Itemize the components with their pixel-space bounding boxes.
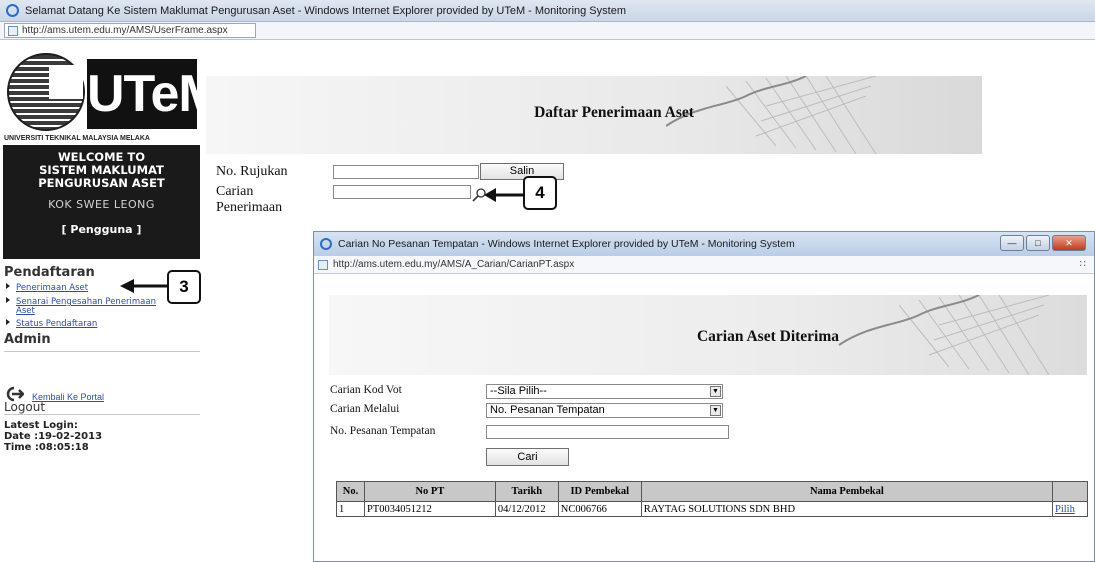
cari-button[interactable]: Cari xyxy=(486,448,569,466)
logo-text: UTeM xyxy=(87,59,222,129)
col-no: No. xyxy=(336,481,365,502)
chevron-down-icon: ▼ xyxy=(710,405,721,416)
login-date: Date :19-02-2013 xyxy=(4,431,103,442)
browser-title: Selamat Datang Ke Sistem Maklumat Pengur… xyxy=(25,4,626,17)
cell-tarikh: 04/12/2012 xyxy=(494,501,559,517)
page-icon xyxy=(318,259,328,270)
table-row: 1 PT0034051212 04/12/2012 NC006766 RAYTA… xyxy=(336,501,1089,517)
popup-title-bar: Carian No Pesanan Tempatan - Windows Int… xyxy=(314,232,1094,256)
popup-title: Carian No Pesanan Tempatan - Windows Int… xyxy=(338,238,795,250)
latest-login-label: Latest Login: xyxy=(4,420,78,431)
callout-arrow-4 xyxy=(484,188,524,202)
cell-no-pt: PT0034051212 xyxy=(363,501,496,517)
bullet-triangle-icon xyxy=(6,297,10,303)
rujukan-input[interactable] xyxy=(333,165,479,179)
carian-popup-window: Carian No Pesanan Tempatan - Windows Int… xyxy=(313,231,1095,562)
col-no-pt: No PT xyxy=(363,481,496,502)
col-nama-pembekal: Nama Pembekal xyxy=(640,481,1053,502)
logout-link[interactable]: Logout xyxy=(4,400,45,414)
melalui-label: Carian Melalui xyxy=(330,403,400,415)
login-time: Time :08:05:18 xyxy=(4,442,89,453)
rujukan-label: No. Rujukan xyxy=(216,164,288,179)
sidebar-item-aset[interactable]: Aset xyxy=(16,306,35,316)
callout-step-3: 3 xyxy=(167,270,201,304)
university-name: UNIVERSITI TEKNIKAL MALAYSIA MELAKA xyxy=(4,135,150,142)
address-bar[interactable]: http://ams.utem.edu.my/AMS/UserFrame.asp… xyxy=(4,23,256,38)
bullet-triangle-icon xyxy=(6,283,10,289)
maximize-button[interactable]: □ xyxy=(1026,235,1050,251)
welcome-box: WELCOME TO SISTEM MAKLUMAT PENGURUSAN AS… xyxy=(3,145,200,259)
lock-icon: ∷ xyxy=(1079,259,1086,270)
browser-address-row: http://ams.utem.edu.my/AMS/UserFrame.asp… xyxy=(0,22,1095,40)
pt-input[interactable] xyxy=(486,425,729,439)
pilih-link[interactable]: Pilih xyxy=(1051,501,1089,517)
popup-url: http://ams.utem.edu.my/AMS/A_Carian/Cari… xyxy=(333,259,575,270)
user-name: KOK SWEE LEONG xyxy=(48,198,155,211)
welcome-line-3: PENGURUSAN ASET xyxy=(38,176,165,190)
sidebar-item-penerimaan-aset[interactable]: Penerimaan Aset xyxy=(6,283,88,293)
chevron-down-icon: ▼ xyxy=(710,386,721,397)
col-action xyxy=(1051,481,1089,502)
cell-nama-pembekal: RAYTAG SOLUTIONS SDN BHD xyxy=(640,501,1053,517)
cell-id-pembekal: NC006766 xyxy=(557,501,642,517)
carian-penerimaan-input[interactable] xyxy=(333,185,471,199)
address-url: http://ams.utem.edu.my/AMS/UserFrame.asp… xyxy=(22,25,228,36)
callout-arrow-3 xyxy=(120,279,168,293)
popup-banner: Carian Aset Diterima xyxy=(329,295,1087,375)
callout-step-4: 4 xyxy=(523,176,557,210)
section-admin: Admin xyxy=(4,332,51,347)
cell-no: 1 xyxy=(336,501,365,517)
table-header-row: No. No PT Tarikh ID Pembekal Nama Pembek… xyxy=(336,481,1089,502)
carian-label-2: Penerimaan xyxy=(216,200,283,215)
col-tarikh: Tarikh xyxy=(494,481,559,502)
user-role: [ Pengguna ] xyxy=(61,223,142,236)
col-id-pembekal: ID Pembekal xyxy=(557,481,642,502)
sidebar-divider xyxy=(4,414,200,415)
browser-title-bar: Selamat Datang Ke Sistem Maklumat Pengur… xyxy=(0,0,1095,22)
carian-label-1: Carian xyxy=(216,184,254,199)
utem-globe-logo xyxy=(7,53,85,131)
page-icon xyxy=(8,25,18,36)
popup-address-bar[interactable]: http://ams.utem.edu.my/AMS/A_Carian/Cari… xyxy=(314,256,1094,274)
window-controls: — □ ✕ xyxy=(1000,235,1086,251)
utem-logo: UTeM UNIVERSITI TEKNIKAL MALAYSIA MELAKA xyxy=(0,49,222,151)
popup-page-title: Carian Aset Diterima xyxy=(696,328,840,345)
ie-icon xyxy=(320,238,332,250)
kod-vot-label: Carian Kod Vot xyxy=(330,384,402,396)
melalui-select[interactable]: No. Pesanan Tempatan ▼ xyxy=(486,403,723,418)
page-title: Daftar Penerimaan Aset xyxy=(534,104,694,121)
close-button[interactable]: ✕ xyxy=(1052,235,1086,251)
sidebar-item-status-pendaftaran[interactable]: Status Pendaftaran xyxy=(6,319,97,329)
page-banner: Daftar Penerimaan Aset xyxy=(206,76,982,154)
ie-icon xyxy=(6,4,19,17)
bullet-triangle-icon xyxy=(6,319,10,325)
section-pendaftaran: Pendaftaran xyxy=(4,265,95,280)
results-table: No. No PT Tarikh ID Pembekal Nama Pembek… xyxy=(336,481,1089,517)
sidebar-divider xyxy=(4,351,200,352)
minimize-button[interactable]: — xyxy=(1000,235,1024,251)
pt-label: No. Pesanan Tempatan xyxy=(330,425,436,437)
kod-vot-select[interactable]: --Sila Pilih-- ▼ xyxy=(486,384,723,399)
